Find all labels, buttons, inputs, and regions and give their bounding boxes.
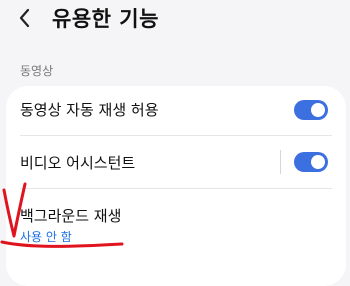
autoplay-toggle[interactable] xyxy=(294,100,328,120)
section-label-video: 동영상 xyxy=(20,64,54,78)
row-background-play-label: 백그라운드 재생 xyxy=(20,207,122,225)
row-video-assistant[interactable]: 비디오 어시스턴트 xyxy=(6,136,346,188)
row-autoplay[interactable]: 동영상 자동 재생 허용 xyxy=(6,86,346,136)
row-background-play[interactable]: 백그라운드 재생 사용 안 함 xyxy=(6,189,346,249)
toggle-separator xyxy=(280,150,281,174)
page-title: 유용한 기능 xyxy=(52,7,159,31)
video-assistant-toggle[interactable] xyxy=(294,152,328,172)
back-chevron-icon[interactable] xyxy=(16,7,34,29)
toggle-knob xyxy=(311,103,325,117)
row-video-assistant-label: 비디오 어시스턴트 xyxy=(20,154,136,172)
toggle-knob xyxy=(311,155,325,169)
row-autoplay-label: 동영상 자동 재생 허용 xyxy=(20,101,159,119)
app-header: 유용한 기능 xyxy=(0,0,350,40)
row-background-play-status: 사용 안 함 xyxy=(20,230,72,244)
